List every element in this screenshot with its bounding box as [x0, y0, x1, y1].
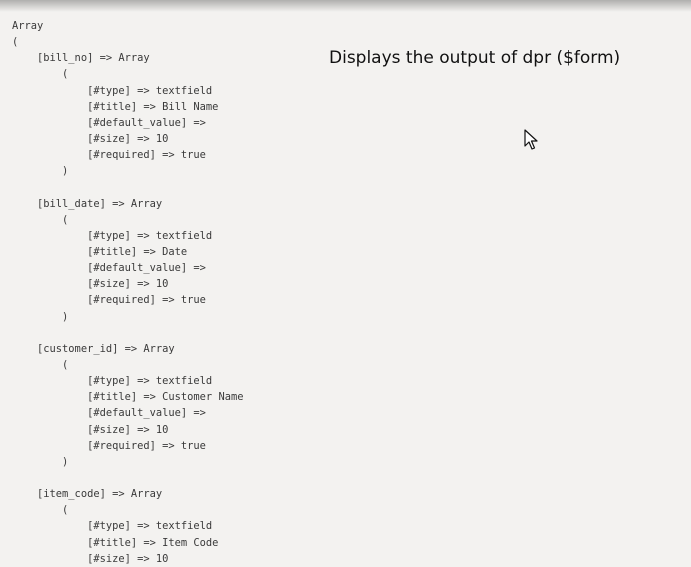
- top-shadow: [0, 0, 691, 12]
- dump-line: [#default_value] =>: [12, 407, 206, 420]
- dump-line: [#default_value] =>: [12, 262, 206, 275]
- dump-line: [#type] => textfield: [12, 375, 213, 388]
- caption-text: Displays the output of dpr ($form): [329, 48, 621, 68]
- dump-line: [12, 325, 243, 341]
- dump-line: [12, 179, 243, 195]
- dump-line: [#type] => textfield: [12, 520, 213, 533]
- dump-line: (: [12, 504, 69, 517]
- dump-line: [#default_value] =>: [12, 116, 206, 129]
- dump-line: [item_code] => Array: [12, 488, 163, 501]
- dump-line: [#size] => 10: [12, 423, 169, 436]
- dump-line: ): [12, 310, 69, 323]
- dump-line: [#size] => 10: [12, 132, 169, 145]
- dump-line: [#type] => textfield: [12, 84, 213, 97]
- dump-line: [#required] => true: [12, 294, 206, 307]
- dump-line: (: [12, 36, 19, 49]
- dump-line: Array: [12, 20, 44, 32]
- dump-line: [#required] => true: [12, 439, 206, 452]
- dump-line: [#size] => 10: [12, 552, 169, 565]
- dump-line: [bill_no] => Array: [12, 52, 150, 65]
- dump-line: ): [12, 455, 69, 468]
- dump-line: [12, 470, 243, 486]
- dump-line: [#title] => Date: [12, 245, 188, 258]
- dump-line: [#required] => true: [12, 149, 206, 162]
- array-dump-output: Array ( [bill_no] => Array ( [#type] => …: [12, 18, 243, 567]
- dump-line: (: [12, 358, 69, 371]
- dump-line: [#size] => 10: [12, 278, 169, 291]
- dump-line: [#title] => Bill Name: [12, 100, 219, 113]
- dump-line: [#title] => Item Code: [12, 536, 219, 549]
- dump-line: [#type] => textfield: [12, 229, 213, 242]
- dump-line: [customer_id] => Array: [12, 342, 175, 355]
- dump-line: (: [12, 213, 69, 226]
- dump-line: ): [12, 165, 69, 178]
- dump-line: [#title] => Customer Name: [12, 391, 244, 404]
- dump-line: [bill_date] => Array: [12, 197, 163, 210]
- arrow-pointer-icon: [524, 129, 538, 150]
- dump-line: (: [12, 68, 69, 81]
